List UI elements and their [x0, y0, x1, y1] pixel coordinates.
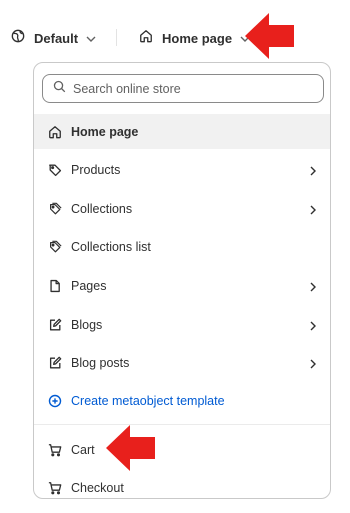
search-box[interactable]	[42, 74, 324, 103]
menu-item-blog-posts[interactable]: Blog posts	[34, 345, 330, 380]
chevron-right-icon	[310, 202, 316, 220]
menu-item-pages[interactable]: Pages	[34, 268, 330, 303]
menu-item-label: Collections list	[71, 239, 151, 254]
menu-item-label: Checkout	[71, 480, 124, 495]
menu-item-collections[interactable]: Collections	[34, 191, 330, 226]
menu-item-label: Blog posts	[71, 355, 130, 370]
create-metaobject-template-link[interactable]: Create metaobject template	[34, 383, 330, 418]
chevron-right-icon	[310, 356, 316, 374]
blog-icon	[48, 318, 62, 332]
menu-item-label: Products	[71, 162, 121, 177]
collections-icon	[48, 240, 62, 254]
menu-item-blogs[interactable]: Blogs	[34, 307, 330, 342]
tag-icon	[48, 163, 62, 177]
chevron-right-icon	[310, 318, 316, 336]
menu-item-cart[interactable]: Cart	[34, 432, 330, 467]
menu-item-label: Home page	[71, 124, 139, 139]
page-icon	[48, 279, 62, 293]
menu-item-label: Collections	[71, 201, 133, 216]
menu-item-home-page[interactable]: Home page	[34, 114, 330, 149]
topbar-divider	[116, 29, 117, 46]
page-selector-label: Home page	[162, 30, 233, 46]
menu-item-products[interactable]: Products	[34, 152, 330, 187]
annotation-arrow-icon	[245, 13, 295, 64]
annotation-arrow-icon	[106, 425, 156, 476]
globe-icon	[11, 29, 25, 48]
chevron-down-icon	[86, 29, 96, 47]
plus-circle-icon	[48, 394, 62, 408]
home-icon	[48, 125, 62, 139]
chevron-right-icon	[310, 279, 316, 297]
menu-item-label: Pages	[71, 278, 107, 293]
editor-topbar: Default Home page	[0, 0, 350, 62]
page-selector[interactable]: Home page	[139, 26, 250, 50]
menu-item-label: Blogs	[71, 317, 103, 332]
collections-icon	[48, 202, 62, 216]
menu-item-checkout[interactable]: Checkout	[34, 470, 330, 498]
search-input[interactable]	[73, 81, 303, 96]
menu-item-label: Create metaobject template	[71, 393, 225, 408]
chevron-right-icon	[310, 163, 316, 181]
cart-icon	[48, 443, 62, 457]
blog-icon	[48, 356, 62, 370]
menu-item-label: Cart	[71, 442, 95, 457]
menu-item-collections-list[interactable]: Collections list	[34, 229, 330, 264]
search-icon	[53, 80, 66, 98]
home-icon	[139, 29, 153, 48]
theme-selector[interactable]: Default	[11, 26, 96, 50]
page-selector-dropdown: Home page Products Collections	[33, 62, 331, 499]
theme-selector-label: Default	[34, 30, 79, 46]
cart-icon	[48, 481, 62, 495]
menu-divider	[34, 424, 330, 425]
